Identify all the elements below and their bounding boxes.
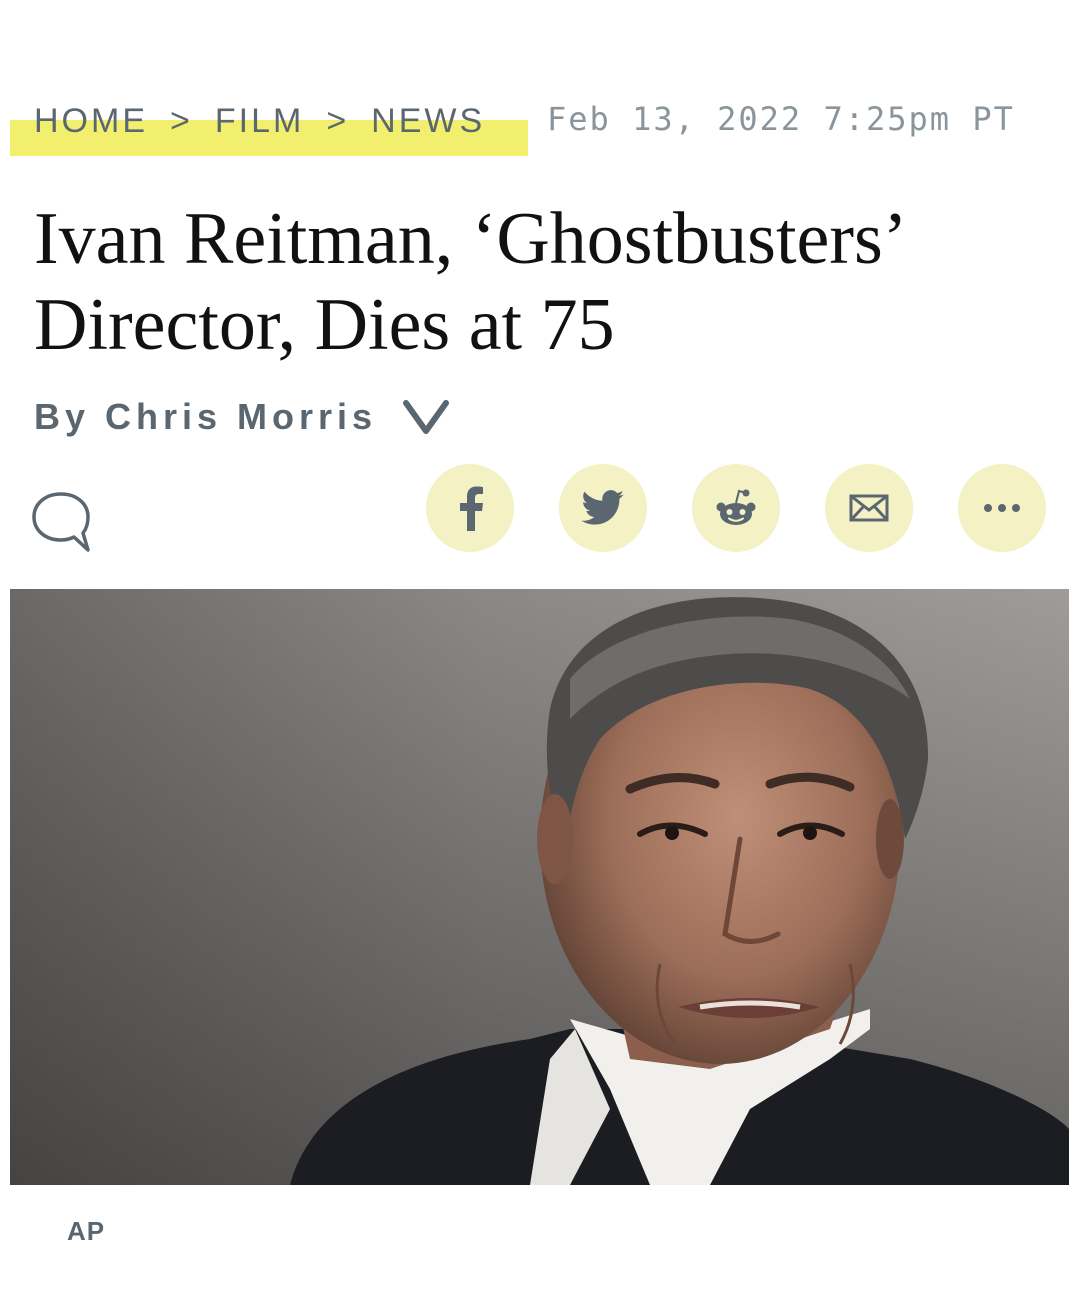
reddit-share-button[interactable] bbox=[692, 464, 780, 552]
byline[interactable]: By Chris Morris bbox=[34, 396, 450, 438]
byline-author[interactable]: By Chris Morris bbox=[34, 396, 377, 438]
portrait-image bbox=[10, 589, 1069, 1185]
article-headline: Ivan Reitman, ‘Ghostbusters’ Director, D… bbox=[34, 196, 1044, 368]
breadcrumb-film[interactable]: FILM bbox=[215, 102, 304, 141]
headline-line-1: Ivan Reitman, ‘Ghostbusters’ bbox=[34, 198, 908, 280]
more-icon bbox=[984, 504, 1020, 512]
breadcrumb: HOME > FILM > NEWS bbox=[34, 102, 485, 141]
more-share-button[interactable] bbox=[958, 464, 1046, 552]
facebook-icon bbox=[460, 486, 483, 531]
breadcrumb-separator: > bbox=[170, 102, 193, 140]
chevron-down-icon[interactable] bbox=[403, 399, 450, 435]
breadcrumb-separator: > bbox=[326, 102, 350, 140]
email-share-button[interactable] bbox=[825, 464, 913, 552]
reddit-icon bbox=[716, 489, 756, 525]
twitter-share-button[interactable] bbox=[559, 464, 647, 552]
hero-photo bbox=[10, 589, 1069, 1185]
facebook-share-button[interactable] bbox=[426, 464, 514, 552]
breadcrumb-news[interactable]: NEWS bbox=[371, 102, 485, 141]
publish-timestamp: Feb 13, 2022 7:25pm PT bbox=[547, 100, 1015, 138]
photo-credit: AP bbox=[67, 1216, 106, 1246]
headline-line-2: Director, Dies at 75 bbox=[34, 284, 615, 366]
breadcrumb-home[interactable]: HOME bbox=[34, 102, 148, 141]
comment-bubble-icon[interactable] bbox=[30, 490, 92, 554]
twitter-icon bbox=[581, 490, 624, 525]
email-icon bbox=[849, 494, 889, 522]
